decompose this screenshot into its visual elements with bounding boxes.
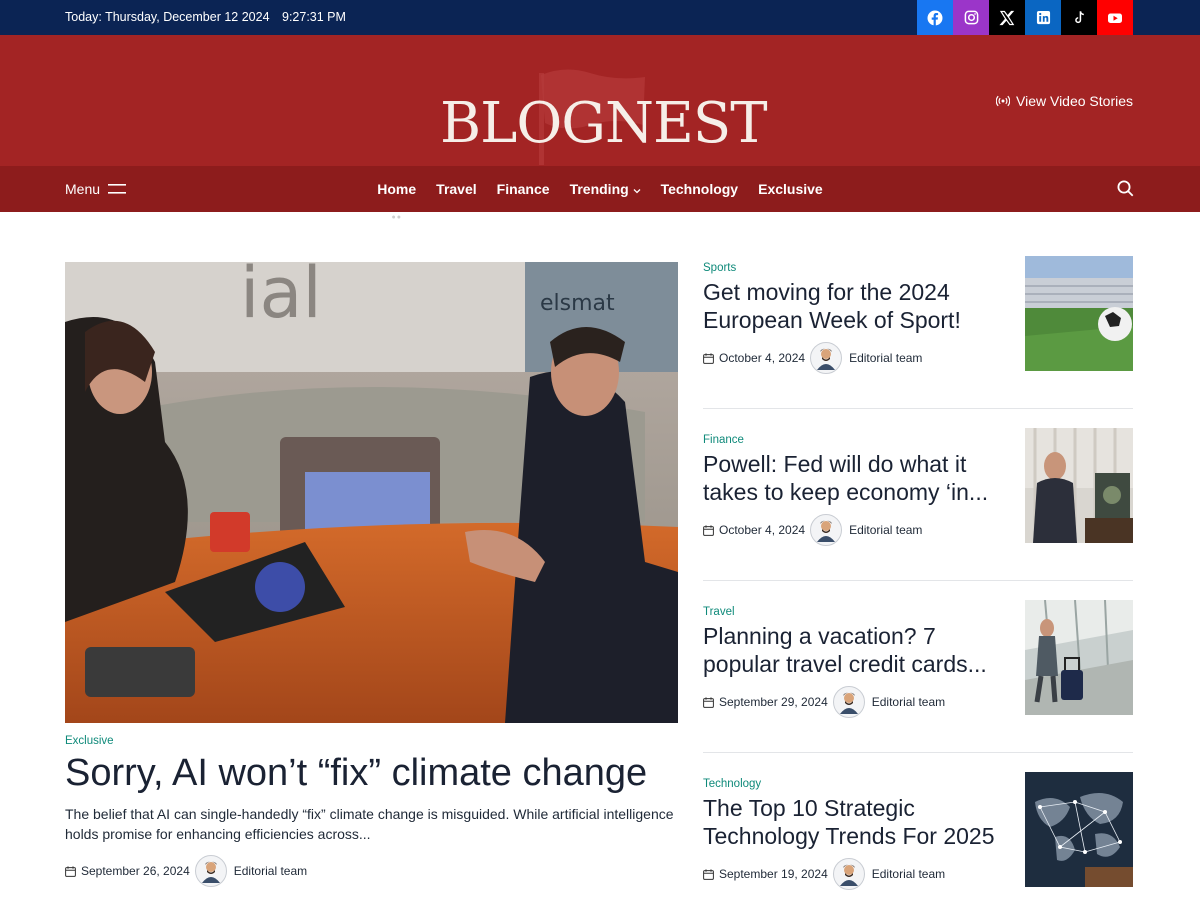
featured-excerpt: The belief that AI can single-handedly “… [65, 806, 674, 842]
side-post: Finance Powell: Fed will do what it take… [703, 428, 1133, 549]
featured-author[interactable]: Editorial team [234, 864, 307, 878]
post-date: September 19, 2024 [719, 867, 828, 881]
view-video-stories-label: View Video Stories [1016, 93, 1133, 109]
post-thumbnail[interactable] [1025, 256, 1133, 371]
avatar[interactable] [810, 514, 843, 546]
current-date: Today: Thursday, December 12 2024 [65, 10, 270, 24]
post-meta: October 4, 2024 Editorial team [703, 514, 922, 546]
post-thumbnail[interactable] [1025, 772, 1133, 887]
social-links [917, 0, 1133, 35]
post-author[interactable]: Editorial team [849, 523, 922, 537]
side-post: Technology The Top 10 Strategic Technolo… [703, 772, 1133, 893]
post-category[interactable]: Finance [703, 434, 744, 446]
nav-item-label: Finance [496, 181, 550, 197]
post-category[interactable]: Sports [703, 262, 736, 274]
post-category[interactable]: Travel [703, 606, 735, 618]
avatar[interactable] [810, 342, 843, 374]
nav-item-travel[interactable]: Travel [426, 166, 486, 212]
svg-text:ial: ial [240, 262, 322, 334]
post-category[interactable]: Technology [703, 778, 761, 790]
calendar-icon [703, 524, 714, 536]
nav-items: Home ●● Travel Finance Trending Technolo… [0, 166, 1200, 221]
current-time: 9:27:31 PM [282, 10, 346, 24]
nav-item-technology[interactable]: Technology [651, 166, 749, 212]
hamburger-icon [108, 184, 127, 194]
linkedin-icon[interactable] [1025, 0, 1061, 35]
post-title[interactable]: Powell: Fed will do what it takes to kee… [703, 450, 1013, 506]
main-navigation: Home ●● Travel Finance Trending Technolo… [0, 166, 1200, 221]
post-meta: October 4, 2024 Editorial team [703, 342, 922, 374]
nav-item-label: Exclusive [758, 181, 823, 197]
featured-category[interactable]: Exclusive [65, 735, 114, 747]
post-thumbnail[interactable] [1025, 600, 1133, 715]
side-post: Travel Planning a vacation? 7 popular tr… [703, 600, 1133, 721]
calendar-icon [65, 865, 76, 877]
featured-image[interactable]: ial elsmat [65, 262, 678, 723]
nav-item-label: Travel [436, 181, 477, 197]
svg-text:elsmat: elsmat [540, 291, 615, 316]
logo-text: BLOGNEST [440, 91, 768, 156]
calendar-icon [703, 352, 714, 364]
post-date: October 4, 2024 [719, 523, 806, 537]
broadcast-icon [996, 95, 1010, 107]
post-meta: September 19, 2024 Editorial team [703, 858, 945, 890]
avatar[interactable] [832, 686, 865, 718]
divider [703, 580, 1133, 581]
post-meta: September 29, 2024 Editorial team [703, 686, 945, 718]
nav-item-label: Technology [660, 181, 739, 197]
post-title[interactable]: Planning a vacation? 7 popular travel cr… [703, 622, 1013, 678]
post-thumbnail[interactable] [1025, 428, 1133, 543]
view-video-stories-link[interactable]: View Video Stories [996, 93, 1133, 109]
featured-title[interactable]: Sorry, AI won’t “fix” climate change [65, 752, 647, 795]
active-indicator: ●● [391, 214, 402, 221]
featured-meta: September 26, 2024 Editorial team [65, 855, 307, 887]
avatar[interactable] [832, 858, 865, 890]
youtube-icon[interactable] [1097, 0, 1133, 35]
post-author[interactable]: Editorial team [849, 351, 922, 365]
nav-item-home[interactable]: Home ●● [367, 166, 426, 221]
top-bar: Today: Thursday, December 12 2024 9:27:3… [0, 0, 1200, 35]
post-title[interactable]: The Top 10 Strategic Technology Trends F… [703, 794, 1013, 850]
x-icon[interactable] [989, 0, 1025, 35]
avatar[interactable] [194, 855, 227, 887]
post-date: October 4, 2024 [719, 351, 806, 365]
calendar-icon [703, 868, 714, 880]
divider [703, 752, 1133, 753]
nav-item-trending[interactable]: Trending [560, 166, 651, 212]
menu-label: Menu [65, 181, 101, 197]
calendar-icon [703, 696, 714, 708]
menu-button[interactable]: Menu [65, 181, 127, 197]
post-author[interactable]: Editorial team [872, 695, 945, 709]
search-icon [1117, 180, 1134, 197]
post-author[interactable]: Editorial team [872, 867, 945, 881]
side-post: Sports Get moving for the 2024 European … [703, 256, 1133, 377]
post-title[interactable]: Get moving for the 2024 European Week of… [703, 278, 1013, 334]
site-logo[interactable]: BLOGNEST [440, 63, 768, 165]
divider [703, 408, 1133, 409]
tiktok-icon[interactable] [1061, 0, 1097, 35]
nav-item-exclusive[interactable]: Exclusive [748, 166, 833, 212]
instagram-icon[interactable] [953, 0, 989, 35]
search-button[interactable] [1117, 180, 1134, 202]
chevron-down-icon [633, 189, 641, 194]
nav-item-finance[interactable]: Finance [487, 166, 560, 212]
post-date: September 29, 2024 [719, 695, 828, 709]
site-header: BLOGNEST View Video Stories [0, 35, 1200, 166]
nav-item-label: Home [377, 181, 417, 197]
featured-date: September 26, 2024 [81, 864, 190, 878]
facebook-icon[interactable] [917, 0, 953, 35]
nav-item-label: Trending [569, 181, 629, 197]
